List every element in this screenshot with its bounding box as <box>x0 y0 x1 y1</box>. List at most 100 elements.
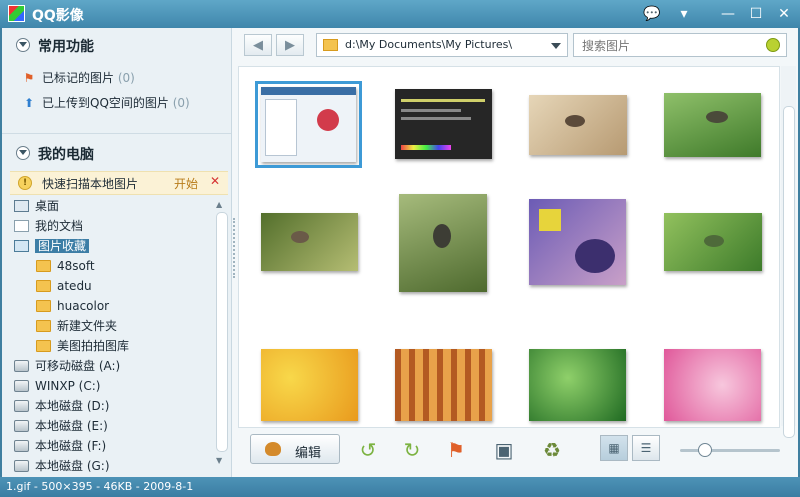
delete-icon[interactable]: ♻ <box>540 438 564 462</box>
tree-label: 本地磁盘 (D:) <box>35 399 110 413</box>
forward-button[interactable]: ▶ <box>276 34 304 56</box>
upload-arrow-icon: ⬆ <box>23 96 35 110</box>
tree-label: 可移动磁盘 (A:) <box>35 359 121 373</box>
scroll-thumb[interactable] <box>216 212 228 452</box>
folder-icon <box>36 260 51 272</box>
thumb-bird <box>433 224 451 248</box>
tree-label: 新建文件夹 <box>57 319 118 333</box>
thumb-panel <box>265 99 297 156</box>
thumb-titlebar <box>261 87 356 95</box>
thumbnail-yellow-leaves[interactable] <box>261 349 358 421</box>
thumbnail-bird-twig-green[interactable] <box>399 194 487 292</box>
tree-item-folder[interactable]: huacolor <box>36 296 109 316</box>
section-title: 我的电脑 <box>38 147 94 163</box>
grid-scrollbar[interactable] <box>781 66 796 438</box>
thumb-bird <box>704 235 724 247</box>
thumbnail-pink-umbrella[interactable] <box>664 349 761 421</box>
tree-item-folder[interactable]: 48soft <box>36 256 95 276</box>
tree-item-folder[interactable]: 美图拍拍图库 <box>36 336 129 356</box>
edit-brush-icon <box>265 442 281 456</box>
scan-close-icon[interactable]: ✕ <box>210 174 220 188</box>
folder-icon <box>36 280 51 292</box>
thumbnail-bird-branch-2[interactable] <box>261 213 358 271</box>
bottom-toolbar: 编辑 ↺ ↻ ⚑ ▣ ♻ ▦ ☰ <box>238 428 796 474</box>
thumb-figure <box>575 239 615 273</box>
feedback-icon[interactable]: 💬 <box>642 4 662 24</box>
search-icon[interactable] <box>766 38 780 52</box>
collapse-icon[interactable] <box>16 146 30 160</box>
tree-label: 桌面 <box>35 199 60 213</box>
scan-text: 快速扫描本地图片 <box>42 177 139 191</box>
tree-item-drive[interactable]: 本地磁盘 (E:) <box>14 416 108 436</box>
tree-item-drive[interactable]: 本地磁盘 (F:) <box>14 436 106 456</box>
chevron-down-icon[interactable] <box>551 43 561 49</box>
close-button[interactable]: ✕ <box>774 4 794 24</box>
thumbnail-green-leaf-drops[interactable] <box>529 349 626 421</box>
tree-item-drive[interactable]: 可移动磁盘 (A:) <box>14 356 120 376</box>
tree-item-picture-favorites[interactable]: 图片收藏 <box>14 236 90 256</box>
back-button[interactable]: ◀ <box>244 34 272 56</box>
app-title: QQ影像 <box>32 8 84 24</box>
folder-tree: 桌面 我的文档 图片收藏 48soft atedu huacolor 新建文件夹… <box>10 196 210 472</box>
scroll-down-icon[interactable]: ▼ <box>216 456 222 465</box>
folder-icon <box>323 39 338 51</box>
scan-start-link[interactable]: 开始 <box>174 175 198 192</box>
tree-label: 本地磁盘 (F:) <box>35 439 107 453</box>
maximize-button[interactable]: ☐ <box>746 4 766 24</box>
grid-scroll-thumb[interactable] <box>783 106 795 438</box>
thumb-textline <box>401 117 471 120</box>
tree-label: 本地磁盘 (E:) <box>35 419 108 433</box>
path-combobox[interactable]: d:\My Documents\My Pictures\ <box>316 33 568 57</box>
search-input[interactable] <box>580 37 764 55</box>
zoom-slider-knob[interactable] <box>698 443 712 457</box>
thumbnail-bird-green-leaves[interactable] <box>664 213 762 271</box>
tree-item-drive[interactable]: 本地磁盘 (G:) <box>14 456 110 472</box>
thumbnail-magazine-cover[interactable] <box>529 199 626 285</box>
drive-icon <box>14 380 29 392</box>
tree-item-my-documents[interactable]: 我的文档 <box>14 216 83 236</box>
slideshow-icon[interactable]: ▣ <box>492 438 516 462</box>
tree-item-folder[interactable]: 新建文件夹 <box>36 316 117 336</box>
thumbnail-bird-branch-1[interactable] <box>529 95 627 155</box>
thumbnail-screenshot-dark[interactable] <box>395 89 492 159</box>
desktop-icon <box>14 200 29 212</box>
edit-button[interactable]: 编辑 <box>250 434 340 464</box>
menu-dropdown-icon[interactable]: ▾ <box>674 4 694 24</box>
thumb-title-block <box>539 209 561 231</box>
collapse-icon[interactable] <box>16 38 30 52</box>
tree-item-folder[interactable]: atedu <box>36 276 92 296</box>
thumbnail-bird-flying-green[interactable] <box>664 93 761 157</box>
tree-item-desktop[interactable]: 桌面 <box>14 196 59 216</box>
status-bar: 1.gif - 500×395 - 46KB - 2009-8-1 <box>0 477 800 497</box>
uploaded-qzone-link[interactable]: ⬆ 已上传到QQ空间的图片 (0) <box>22 94 190 111</box>
folder-icon <box>36 300 51 312</box>
quick-scan-bar: ! 快速扫描本地图片 开始 ✕ <box>10 171 228 195</box>
list-view-button[interactable]: ☰ <box>632 435 660 461</box>
flag-icon[interactable]: ⚑ <box>444 438 468 462</box>
grid-view-button[interactable]: ▦ <box>600 435 628 461</box>
section-favorites-header[interactable]: 常用功能 <box>16 36 94 56</box>
rotate-right-icon[interactable]: ↻ <box>400 438 424 462</box>
marked-pictures-link[interactable]: ⚑ 已标记的图片 (0) <box>22 69 135 86</box>
drive-icon <box>14 420 29 432</box>
tree-scrollbar[interactable]: ▲ ▼ <box>213 198 228 468</box>
thumbnail-screenshot-window[interactable] <box>255 81 362 168</box>
search-box[interactable] <box>573 33 787 57</box>
section-my-computer-header[interactable]: 我的电脑 <box>16 144 94 164</box>
thumb-colorbar <box>401 145 451 150</box>
rotate-left-icon[interactable]: ↺ <box>356 438 380 462</box>
thumbnail-forest-autumn[interactable] <box>395 349 492 421</box>
scroll-up-icon[interactable]: ▲ <box>216 200 222 209</box>
zoom-slider[interactable] <box>680 443 780 457</box>
drive-icon <box>14 440 29 452</box>
main-content: 常用功能 ⚑ 已标记的图片 (0) ⬆ 已上传到QQ空间的图片 (0) 我的电脑 !… <box>2 28 798 477</box>
link-label: 已上传到QQ空间的图片 <box>42 96 169 110</box>
drive-icon <box>14 460 29 472</box>
thumb-bird <box>565 115 585 127</box>
sidebar: 常用功能 ⚑ 已标记的图片 (0) ⬆ 已上传到QQ空间的图片 (0) 我的电脑 !… <box>2 28 232 477</box>
status-text: 1.gif - 500×395 - 46KB - 2009-8-1 <box>6 480 194 493</box>
tree-item-drive[interactable]: 本地磁盘 (D:) <box>14 396 109 416</box>
minimize-button[interactable]: — <box>718 4 738 24</box>
folder-icon <box>36 340 51 352</box>
tree-item-drive[interactable]: WINXP (C:) <box>14 376 100 396</box>
